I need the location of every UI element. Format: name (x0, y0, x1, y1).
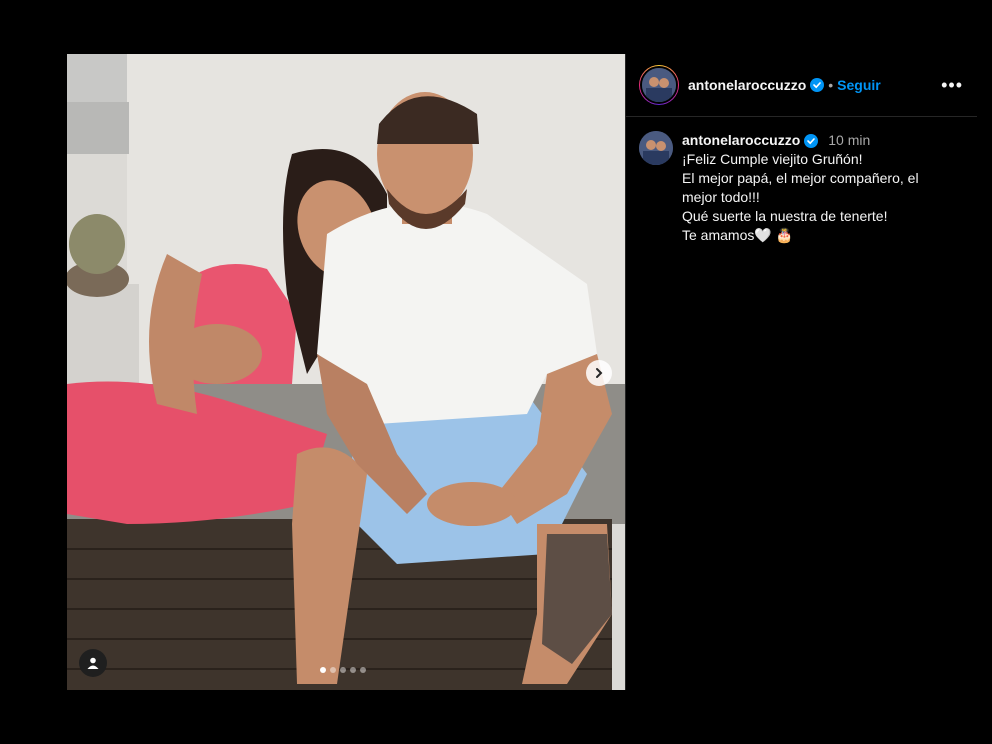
caption-avatar[interactable] (639, 131, 673, 165)
follow-button[interactable]: Seguir (837, 77, 881, 93)
caption-line: ¡Feliz Cumple viejito Gruñón! (682, 151, 863, 167)
caption-line: Te amamos🤍 🎂 (682, 227, 794, 243)
caption-body: antonelaroccuzzo 10 min ¡Feliz Cumple vi… (682, 131, 937, 245)
caption-line: El mejor papá, el mejor compañero, el me… (682, 170, 919, 205)
avatar (640, 66, 678, 104)
more-options-icon[interactable]: ••• (941, 75, 963, 96)
post-header: antonelaroccuzzo • Seguir ••• (626, 54, 977, 117)
caption-line: Qué suerte la nuestra de tenerte! (682, 208, 888, 224)
carousel-dot (360, 667, 366, 673)
carousel-dot (340, 667, 346, 673)
post-caption: antonelaroccuzzo 10 min ¡Feliz Cumple vi… (626, 117, 977, 259)
chevron-right-icon (596, 368, 603, 378)
next-slide-button[interactable] (586, 360, 612, 386)
tagged-users-button[interactable] (79, 649, 107, 677)
username-link[interactable]: antonelaroccuzzo (688, 77, 806, 93)
carousel-dot (320, 667, 326, 673)
instagram-post: antonelaroccuzzo • Seguir ••• antonelaro… (67, 54, 977, 690)
photo-illustration (67, 54, 625, 690)
post-photo[interactable] (67, 54, 625, 690)
post-side-panel: antonelaroccuzzo • Seguir ••• antonelaro… (625, 54, 977, 690)
user-tag-icon (87, 657, 99, 669)
post-timestamp[interactable]: 10 min (828, 131, 870, 150)
verified-badge-icon (804, 133, 819, 148)
carousel-indicator (320, 667, 366, 673)
verified-badge-icon (810, 78, 825, 92)
story-ring[interactable] (639, 65, 679, 105)
caption-username[interactable]: antonelaroccuzzo (682, 131, 800, 150)
carousel-dot (350, 667, 356, 673)
carousel-dot (330, 667, 336, 673)
separator-dot: • (828, 77, 834, 93)
